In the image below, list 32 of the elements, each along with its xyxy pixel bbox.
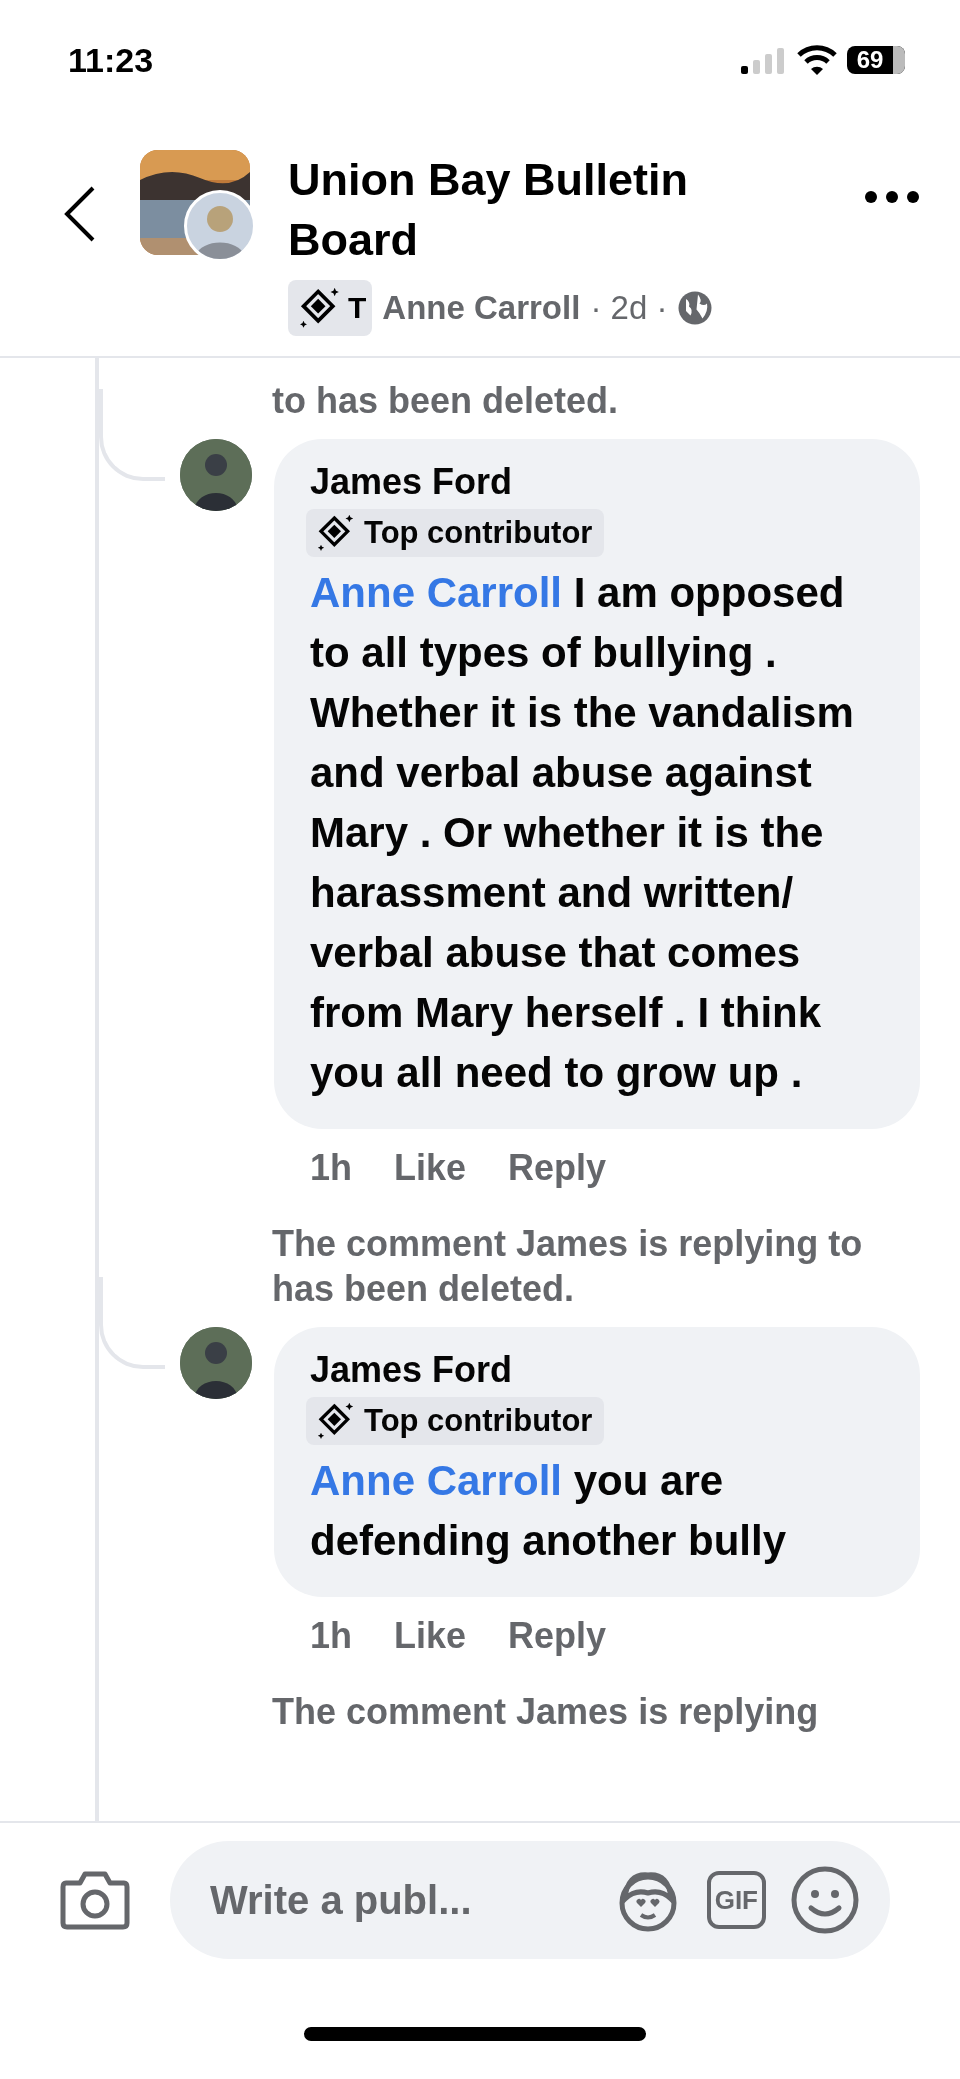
group-title[interactable]: Union Bay Bulletin Board — [288, 150, 748, 270]
battery-icon: 69 — [847, 46, 905, 74]
emoji-icon[interactable] — [790, 1865, 860, 1935]
deleted-comment-notice: to has been deleted. — [272, 379, 620, 423]
comment-text: Anne Carroll you are defending another bully — [310, 1456, 787, 1566]
contributor-badge: Top contributor — [306, 1397, 605, 1445]
comment-input-field[interactable]: Write a publ... GIF — [170, 1841, 890, 1959]
comment-text: Anne Carroll I am opposed to all types of bullying . Whether it is the vandalism and verbal abuse against Mary . Or whether it is the harassment and written/ verbal abuse that comes from Mary herself . I think you all need to grow up . — [310, 568, 855, 1098]
commenter-name[interactable]: James Ford — [310, 1349, 884, 1391]
contributor-badge: Top contributor — [306, 509, 605, 557]
commenter-name[interactable]: James Ford — [310, 461, 884, 503]
gif-button[interactable]: GIF — [706, 1871, 766, 1929]
reply-button[interactable]: Reply — [508, 1615, 607, 1657]
post-author[interactable]: Anne Carroll — [382, 289, 581, 327]
mention-link[interactable]: Anne Carroll — [310, 1457, 563, 1504]
deleted-comment-notice: The comment James is replying — [272, 1690, 820, 1734]
comment-time: 1h — [310, 1147, 352, 1189]
sparkle-diamond-icon — [316, 513, 356, 553]
contributor-badge: T — [288, 280, 373, 336]
status-time: 11:23 — [68, 40, 154, 80]
like-button[interactable]: Like — [394, 1615, 467, 1657]
sparkle-diamond-icon — [316, 1401, 356, 1441]
camera-icon[interactable] — [60, 1869, 130, 1931]
post-meta: · 2d · — [590, 289, 668, 327]
deleted-comment-notice: The comment James is replying to has been deleted. — [272, 1222, 864, 1311]
wifi-icon — [797, 45, 837, 75]
globe-icon — [677, 290, 714, 326]
like-button[interactable]: Like — [394, 1147, 467, 1189]
reply-button[interactable]: Reply — [508, 1147, 607, 1189]
signal-icon — [741, 46, 787, 74]
comment-time: 1h — [310, 1615, 352, 1657]
mention-link[interactable]: Anne Carroll — [310, 569, 563, 616]
